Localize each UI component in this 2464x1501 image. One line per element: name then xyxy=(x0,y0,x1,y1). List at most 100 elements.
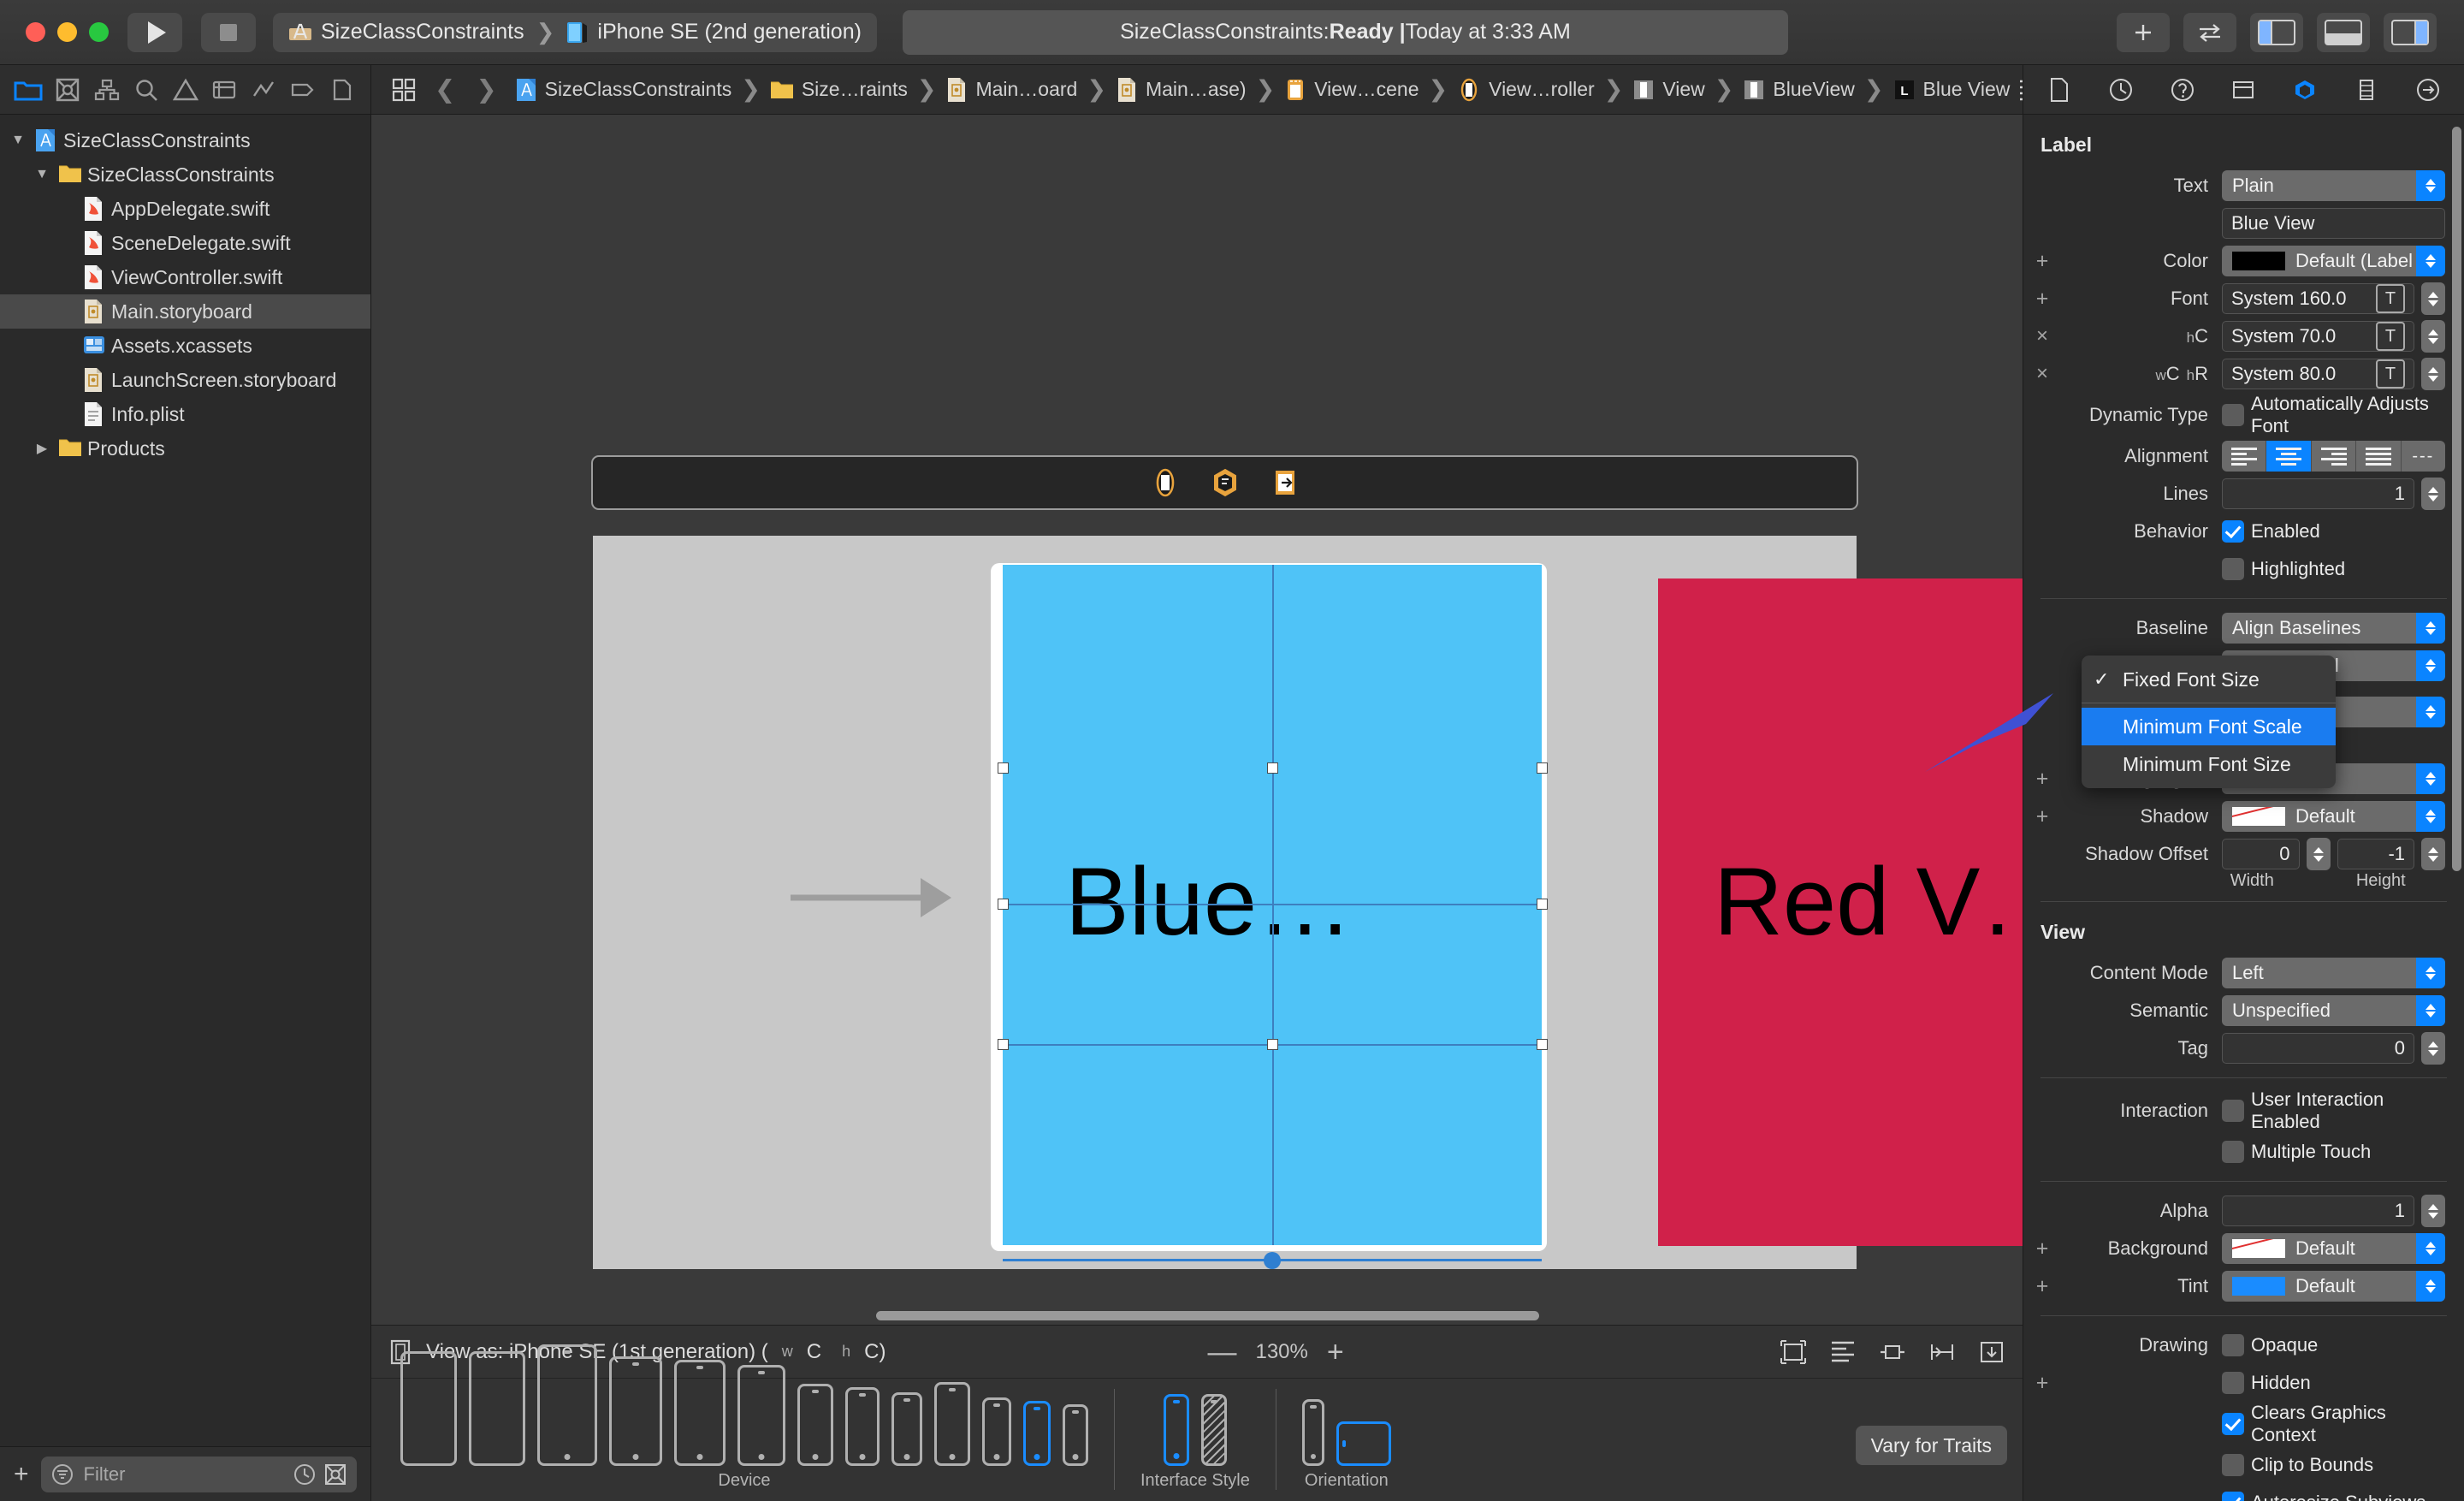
zoom-out-button[interactable]: — xyxy=(1207,1338,1236,1367)
device-option[interactable] xyxy=(537,1344,597,1466)
resize-handle[interactable] xyxy=(998,1039,1009,1050)
jump-bar-item[interactable]: View…roller xyxy=(1449,71,1602,109)
alignment-segmented-control[interactable]: --- xyxy=(2222,441,2445,472)
navigator-tab-reports[interactable] xyxy=(323,71,362,109)
scrollbar-thumb[interactable] xyxy=(876,1311,1539,1320)
add-hidden-variation-button[interactable]: + xyxy=(2034,1372,2051,1394)
shadow-height-stepper[interactable] xyxy=(2421,838,2445,870)
jump-bar-item[interactable]: Size…raints xyxy=(762,71,915,109)
device-option[interactable] xyxy=(400,1351,457,1466)
scheme-selector[interactable]: SizeClassConstraints ❯ iPhone SE (2nd ge… xyxy=(273,12,877,52)
navigator-tab-source-control[interactable] xyxy=(48,71,87,109)
inspector-tab-help[interactable] xyxy=(2163,72,2202,108)
inspector-tab-history[interactable] xyxy=(2101,72,2141,108)
font-field[interactable]: System 160.0 T xyxy=(2222,283,2414,314)
storyboard-canvas[interactable]: Blue… Red V… xyxy=(371,115,2023,1325)
enabled-checkbox[interactable] xyxy=(2222,520,2244,543)
constraint-knob[interactable] xyxy=(1264,1252,1281,1269)
device-option[interactable] xyxy=(609,1356,662,1466)
shadow-offset-height-field[interactable]: -1 xyxy=(2337,839,2414,869)
project-file-list[interactable]: ▼ SizeClassConstraints ▼ SizeClassConstrain… xyxy=(0,115,370,1446)
toggle-editor-mode-button[interactable] xyxy=(2183,12,2236,52)
resize-handle[interactable] xyxy=(998,899,1009,910)
navigator-tab-issues[interactable] xyxy=(166,71,205,109)
navigator-item[interactable]: Assets.xcassets xyxy=(0,329,370,363)
navigator-item[interactable]: AppDelegate.swift xyxy=(0,192,370,226)
content-mode-popup[interactable]: Left xyxy=(2222,958,2445,988)
exit-icon[interactable] xyxy=(1270,467,1300,498)
navigator-tab-search[interactable] xyxy=(127,71,166,109)
red-view-label[interactable]: Red V… xyxy=(1714,854,2023,950)
inspector-tab-identity[interactable] xyxy=(2224,72,2263,108)
font-stepper[interactable] xyxy=(2421,282,2445,315)
font-picker-icon[interactable]: T xyxy=(2376,284,2405,313)
device-canvas[interactable]: Blue… Red V… xyxy=(593,536,2023,1269)
filter-field[interactable]: Filter xyxy=(40,1456,357,1492)
add-shadow-variation-button[interactable]: + xyxy=(2034,805,2051,828)
label-text-field[interactable]: Blue View xyxy=(2222,208,2445,239)
shadow-popup[interactable]: Default xyxy=(2222,801,2445,832)
disclosure-triangle-right[interactable]: ▶ xyxy=(33,440,51,457)
disclosure-triangle-down[interactable]: ▼ xyxy=(33,167,51,182)
toggle-navigator-button[interactable] xyxy=(2250,12,2303,52)
device-option[interactable] xyxy=(891,1392,922,1466)
view-controller-icon[interactable] xyxy=(1150,467,1181,498)
toggle-debug-area-button[interactable] xyxy=(2317,12,2370,52)
orientation-portrait[interactable] xyxy=(1301,1399,1324,1466)
inspector-tab-connections[interactable] xyxy=(2408,72,2448,108)
jump-bar-item[interactable]: L Blue View xyxy=(1886,71,2018,109)
remove-wchr-variation-button[interactable]: × xyxy=(2034,364,2051,384)
align-center-button[interactable] xyxy=(2266,441,2312,472)
add-background-variation-button[interactable]: + xyxy=(2034,1237,2051,1260)
navigator-tab-project[interactable] xyxy=(9,71,48,109)
jump-bar-item[interactable]: View…cene xyxy=(1276,71,1426,109)
tint-popup[interactable]: Default xyxy=(2222,1271,2445,1302)
toggle-inspector-button[interactable] xyxy=(2384,12,2437,52)
disclosure-triangle-down[interactable]: ▼ xyxy=(9,133,27,148)
multiple-touch-checkbox[interactable] xyxy=(2222,1141,2244,1163)
vary-for-traits-button[interactable]: Vary for Traits xyxy=(1855,1426,2007,1465)
resize-handle[interactable] xyxy=(998,762,1009,774)
add-file-button[interactable]: + xyxy=(14,1460,29,1489)
baseline-popup[interactable]: Align Baselines xyxy=(2222,613,2445,644)
device-option[interactable] xyxy=(469,1351,525,1466)
semantic-popup[interactable]: Unspecified xyxy=(2222,995,2445,1026)
embed-in-icon[interactable] xyxy=(1978,1339,2005,1365)
recent-clock-icon[interactable] xyxy=(293,1463,316,1486)
jump-bar-item[interactable]: SizeClassConstraints xyxy=(507,71,740,109)
align-icon[interactable] xyxy=(1829,1339,1857,1365)
font-picker-icon[interactable]: T xyxy=(2376,359,2405,389)
zoom-window-button[interactable] xyxy=(89,22,109,42)
update-frames-icon[interactable] xyxy=(1780,1339,1807,1365)
device-option[interactable] xyxy=(737,1365,785,1466)
resolve-issues-icon[interactable] xyxy=(1928,1339,1956,1365)
add-font-variation-button[interactable]: + xyxy=(2034,288,2051,310)
tag-stepper[interactable] xyxy=(2421,1032,2445,1065)
clears-graphics-checkbox[interactable] xyxy=(2222,1413,2244,1435)
navigator-item[interactable]: Info.plist xyxy=(0,397,370,431)
navigator-tab-breakpoints[interactable] xyxy=(283,71,323,109)
align-right-button[interactable] xyxy=(2311,441,2357,472)
auto-adjusts-font-checkbox[interactable] xyxy=(2222,404,2244,426)
font-wchr-field[interactable]: System 80.0 T xyxy=(2222,359,2414,389)
add-color-variation-button[interactable]: + xyxy=(2034,250,2051,272)
navigator-tab-hierarchy[interactable] xyxy=(87,71,127,109)
background-popup[interactable]: Default xyxy=(2222,1233,2445,1264)
related-items-button[interactable] xyxy=(383,71,424,109)
resize-handle[interactable] xyxy=(1537,762,1548,774)
font-wchr-stepper[interactable] xyxy=(2421,358,2445,390)
font-hc-field[interactable]: System 70.0 T xyxy=(2222,321,2414,352)
device-option[interactable] xyxy=(982,1397,1011,1466)
interface-style-light[interactable] xyxy=(1163,1394,1189,1466)
stop-button[interactable] xyxy=(201,12,256,52)
inspector-tab-file[interactable] xyxy=(2040,72,2079,108)
color-popup[interactable]: Default (Label C… xyxy=(2222,246,2445,276)
lines-stepper[interactable] xyxy=(2421,478,2445,510)
jump-bar-item[interactable]: Main…ase) xyxy=(1108,71,1254,109)
alpha-field[interactable]: 1 xyxy=(2222,1195,2414,1226)
device-option[interactable] xyxy=(674,1360,726,1466)
pin-icon[interactable] xyxy=(1879,1339,1906,1365)
interface-style-dark[interactable] xyxy=(1200,1394,1227,1466)
orientation-options[interactable] xyxy=(1301,1389,1391,1466)
device-list[interactable] xyxy=(400,1344,1088,1466)
